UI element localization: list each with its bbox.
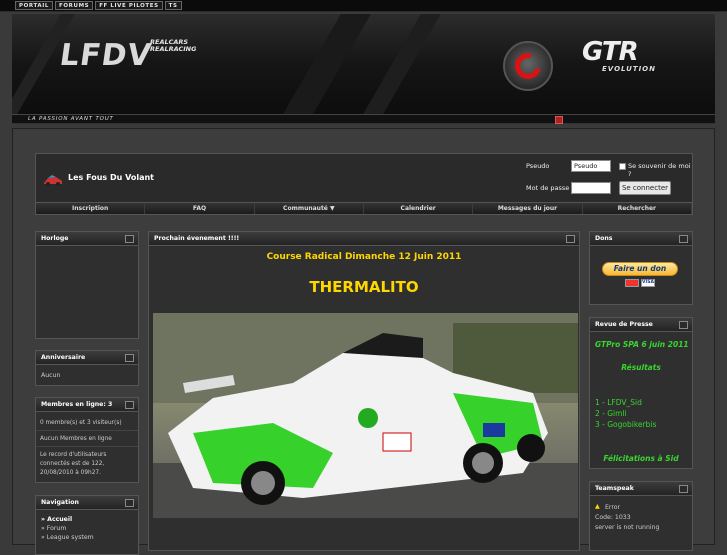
banner-stripe [283, 14, 371, 114]
record-line2: connectés est de 122, [40, 461, 105, 467]
panel-header: Membres en ligne: 3 [36, 398, 138, 412]
topnav-live-pilotes[interactable]: FF LIVE PILOTES [95, 1, 163, 10]
main-content: Les Fous Du Volant Pseudo Pseudo Se souv… [12, 128, 715, 555]
panel-header: Anniversaire [36, 351, 138, 365]
result-1: 1 - LFDV_Sid [595, 398, 642, 407]
dons-panel: Dons Faire un don VISA [589, 231, 693, 305]
visa-icon: VISA [641, 279, 655, 287]
password-label: Mot de passe [526, 184, 570, 192]
slogan-bar: LA PASSION AVANT TOUT [12, 114, 715, 124]
menu-communaute[interactable]: Communauté ▼ [255, 203, 364, 214]
remember-label: Se souvenir de moi ? [628, 162, 691, 178]
revue-title: Revue de Presse [595, 321, 653, 328]
membres-title: Membres en ligne: 3 [41, 401, 113, 408]
ts-status: server is not running [595, 524, 660, 531]
car-icon [44, 175, 62, 186]
nav-forum[interactable]: » Forum [41, 525, 66, 532]
top-nav: PORTAIL FORUMS FF LIVE PILOTES TS [15, 1, 184, 10]
nav-accueil[interactable]: » Accueil [41, 516, 72, 523]
menu-rechercher[interactable]: Rechercher [583, 203, 692, 214]
site-title[interactable]: Les Fous Du Volant [68, 173, 154, 182]
revue-panel: Revue de Presse GTPro SPA 6 juin 2011 Ré… [589, 317, 693, 469]
panel-header: Horloge [36, 232, 138, 246]
paypal-donate-button[interactable]: Faire un don [602, 262, 678, 276]
topnav-portail[interactable]: PORTAIL [15, 1, 54, 10]
collapse-icon[interactable] [679, 485, 688, 493]
panel-header: Teamspeak [590, 482, 692, 496]
revue-congrats: Félicitations à Sid [603, 454, 679, 463]
event-title: Course Radical Dimanche 12 Juin 2011 [266, 252, 462, 262]
panel-header: Prochain évenement !!!! [149, 232, 579, 246]
pseudo-input[interactable]: Pseudo [571, 160, 611, 172]
login-button[interactable]: Se connecter [619, 181, 671, 195]
record-line3: 20/08/2010 à 09h27. [40, 470, 101, 476]
topnav-forums[interactable]: FORUMS [55, 1, 94, 10]
nav-league[interactable]: » League system [41, 534, 94, 541]
realcars-line2: REALRACING [150, 45, 197, 53]
mastercard-icon [625, 279, 639, 287]
menu-faq[interactable]: FAQ [145, 203, 255, 214]
collapse-icon[interactable] [679, 235, 688, 243]
horloge-panel: Horloge [35, 231, 139, 339]
banner-stripe [363, 14, 441, 114]
membres-panel: Membres en ligne: 3 0 membre(s) et 3 vis… [35, 397, 139, 483]
main-menu: Inscription FAQ Communauté ▼ Calendrier … [35, 202, 693, 215]
realcars-logo: REALCARS REALRACING [150, 39, 196, 53]
panel-header: Dons [590, 232, 692, 246]
topnav-ts[interactable]: TS [164, 1, 182, 10]
teamspeak-title: Teamspeak [595, 485, 634, 492]
menu-calendrier[interactable]: Calendrier [364, 203, 474, 214]
membres-count: 0 membre(s) et 3 visiteur(s) [40, 420, 122, 426]
record-line1: Le record d'utilisateurs [40, 452, 107, 458]
anniversaire-title: Anniversaire [41, 354, 86, 361]
navigation-panel: Navigation » Accueil » Forum » League sy… [35, 495, 139, 555]
horloge-title: Horloge [41, 235, 69, 242]
event-panel-title: Prochain évenement !!!! [154, 235, 240, 242]
menu-messages-du-jour[interactable]: Messages du jour [473, 203, 583, 214]
collapse-icon[interactable] [679, 321, 688, 329]
home-icon[interactable] [555, 116, 563, 124]
remember-checkbox[interactable] [619, 163, 626, 170]
collapse-icon[interactable] [125, 354, 134, 362]
site-header-box: Les Fous Du Volant Pseudo Pseudo Se souv… [35, 153, 693, 203]
ts-error: Error [605, 504, 621, 511]
top-bar: PORTAIL FORUMS FF LIVE PILOTES TS [0, 0, 727, 12]
collapse-icon[interactable] [125, 499, 134, 507]
race-car-image [153, 313, 578, 518]
navigation-title: Navigation [41, 499, 79, 506]
pseudo-label: Pseudo [526, 162, 550, 170]
menu-inscription[interactable]: Inscription [36, 203, 146, 214]
gtr-subtitle: EVOLUTION [602, 65, 656, 73]
gtr-title: GTR [582, 37, 639, 67]
race-car-drawing [153, 313, 578, 518]
collapse-icon[interactable] [566, 235, 575, 243]
revue-headline: GTPro SPA 6 juin 2011 [595, 340, 689, 349]
result-2: 2 - Gimli [595, 409, 627, 418]
anniversaire-panel: Anniversaire Aucun [35, 350, 139, 386]
collapse-icon[interactable] [125, 401, 134, 409]
ts-code: Code: 1033 [595, 514, 631, 521]
site-banner: LFDV REALCARS REALRACING GTR EVOLUTION [12, 14, 715, 114]
panel-header: Navigation [36, 496, 138, 510]
membres-none: Aucun Membres en ligne [40, 436, 112, 442]
revue-resultats: Résultats [621, 363, 661, 372]
warning-icon: ▲ [595, 503, 600, 510]
gtr-evolution-logo: GTR EVOLUTION [582, 39, 702, 79]
anniversaire-text: Aucun [41, 372, 61, 379]
collapse-icon[interactable] [125, 235, 134, 243]
rfactor-logo-icon [503, 41, 553, 91]
password-input[interactable] [571, 182, 611, 194]
event-track: THERMALITO [309, 278, 419, 296]
dons-title: Dons [595, 235, 613, 242]
lfdv-logo[interactable]: LFDV [58, 38, 155, 73]
event-panel: Prochain évenement !!!! Course Radical D… [148, 231, 580, 551]
result-3: 3 - Gogobikerbis [595, 420, 657, 429]
slogan-text: LA PASSION AVANT TOUT [28, 116, 114, 122]
teamspeak-panel: Teamspeak ▲ Error Code: 1033 server is n… [589, 481, 693, 551]
panel-header: Revue de Presse [590, 318, 692, 332]
